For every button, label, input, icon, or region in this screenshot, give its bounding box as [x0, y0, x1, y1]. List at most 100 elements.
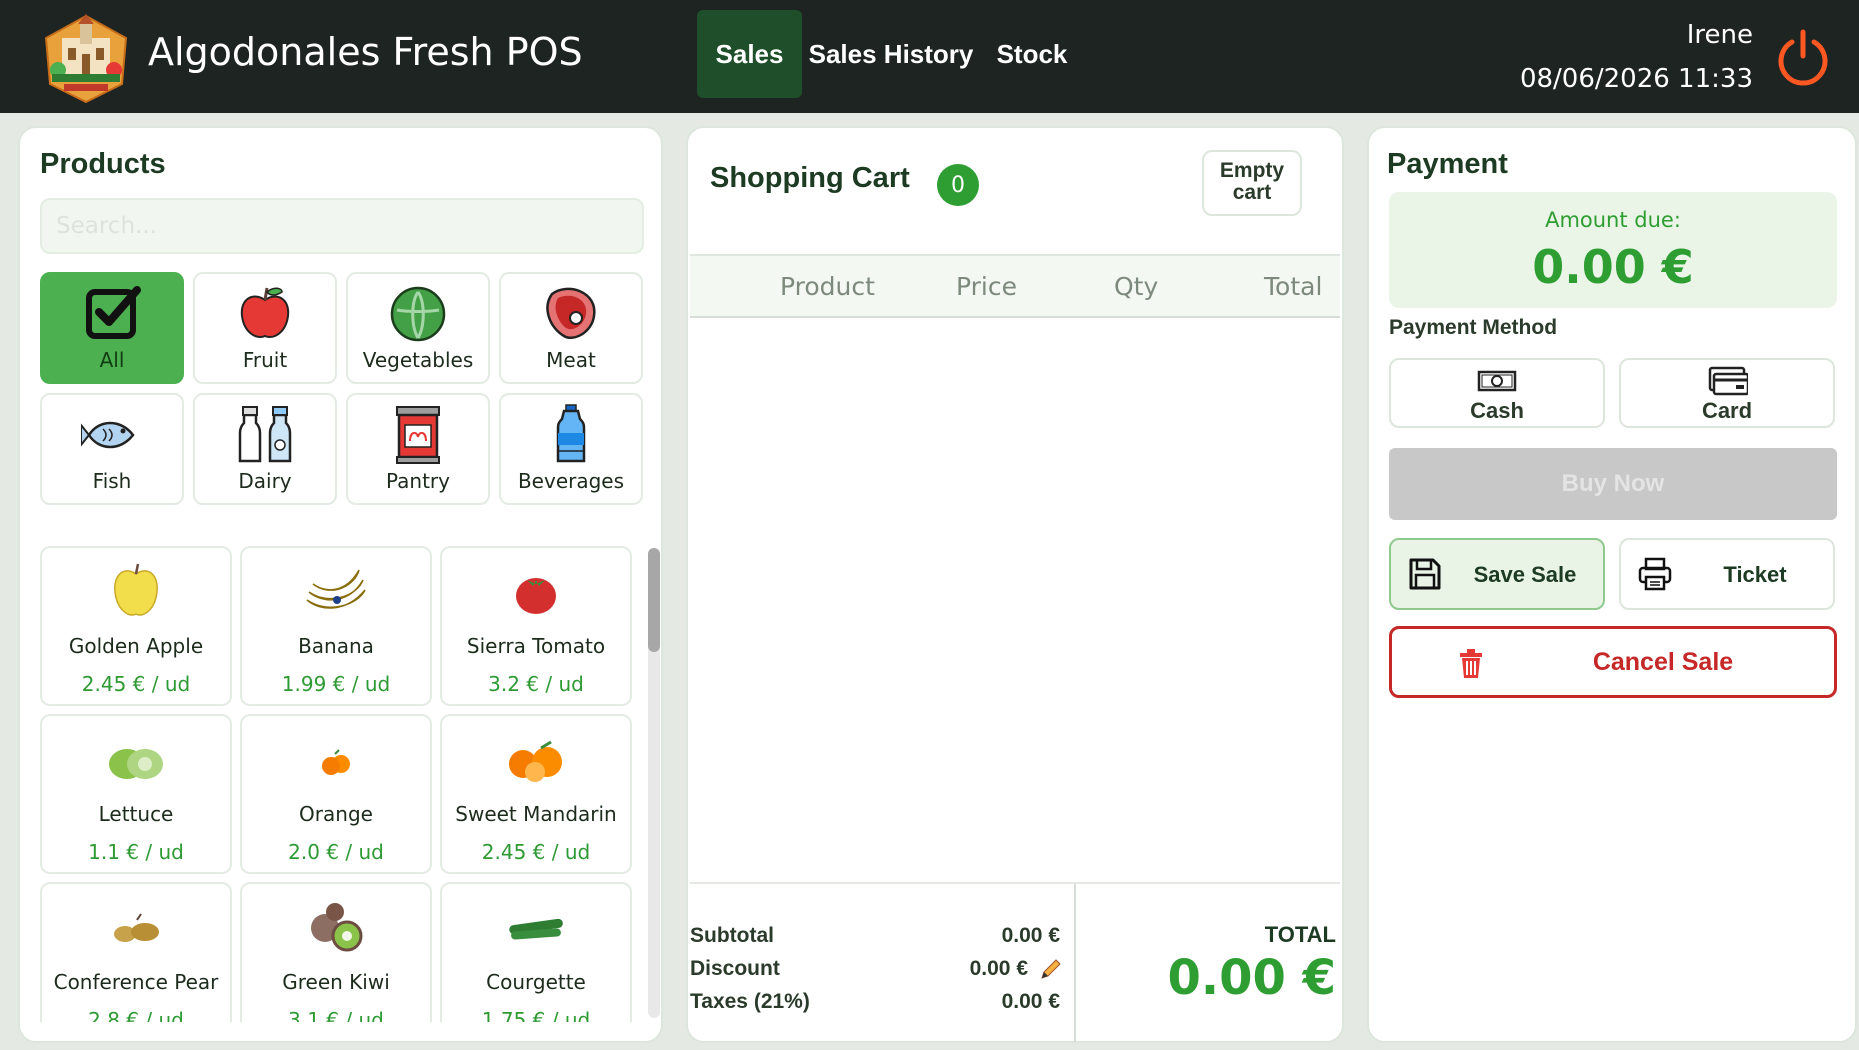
total-label: TOTAL — [1264, 922, 1336, 947]
products-title: Products — [40, 148, 166, 180]
products-panel: Products All Fruit Vegetables — [18, 126, 663, 1043]
cancel-sale-button[interactable]: Cancel Sale — [1389, 626, 1837, 698]
product-name: Golden Apple — [68, 634, 204, 658]
product-price: 1.1 € / ud — [88, 840, 184, 864]
category-label: Fish — [92, 469, 132, 493]
product-card-banana[interactable]: Banana 1.99 € / ud — [240, 546, 432, 706]
cart-table-header: Product Price Qty Total — [690, 254, 1340, 318]
product-card-sweet-mandarin[interactable]: Sweet Mandarin 2.45 € / ud — [440, 714, 632, 874]
cash-button[interactable]: Cash — [1389, 358, 1605, 428]
cash-label: Cash — [1470, 398, 1524, 423]
category-label: Vegetables — [362, 348, 474, 372]
category-label: All — [99, 348, 125, 372]
scrollbar-thumb[interactable] — [648, 548, 660, 652]
cabbage-icon — [390, 286, 446, 342]
apple-icon — [240, 287, 290, 338]
product-name: Conference Pear — [53, 970, 219, 994]
ticket-button[interactable]: Ticket — [1619, 538, 1835, 610]
category-beverages[interactable]: Beverages — [499, 393, 643, 505]
buy-now-button[interactable]: Buy Now — [1389, 448, 1837, 520]
card-label: Card — [1701, 398, 1753, 423]
product-price: 2.8 € / ud — [88, 1008, 184, 1022]
nav-stock-tab[interactable]: Stock — [994, 10, 1070, 98]
tomato-image — [516, 578, 556, 614]
category-pantry[interactable]: Pantry — [346, 393, 490, 505]
product-name: Banana — [298, 634, 374, 658]
amount-due-value: 0.00 € — [1532, 240, 1694, 294]
column-header-total: Total — [1264, 272, 1323, 301]
ticket-label: Ticket — [1723, 562, 1787, 587]
payment-method-label: Payment Method — [1389, 316, 1558, 339]
product-name: Lettuce — [98, 802, 174, 826]
product-card-conference-pear[interactable]: Conference Pear 2.8 € / ud — [40, 882, 232, 1022]
category-label: Meat — [546, 348, 596, 372]
product-card-golden-apple[interactable]: Golden Apple 2.45 € / ud — [40, 546, 232, 706]
fish-icon — [81, 421, 135, 449]
category-all[interactable]: All — [40, 272, 184, 384]
nav-sales-tab[interactable]: Sales — [697, 10, 802, 98]
banana-image — [306, 569, 366, 609]
edit-discount-icon[interactable] — [1038, 958, 1062, 982]
empty-cart-button[interactable]: Empty cart — [1202, 150, 1302, 216]
discount-value: 0.00 € — [969, 957, 1028, 980]
app-title: Algodonales Fresh POS — [148, 30, 583, 74]
category-meat[interactable]: Meat — [499, 272, 643, 384]
shopping-cart-panel: Shopping Cart 0 Empty cart Product Price… — [686, 126, 1344, 1043]
cart-title: Shopping Cart — [710, 162, 910, 194]
product-card-sierra-tomato[interactable]: Sierra Tomato 3.2 € / ud — [440, 546, 632, 706]
cash-icon — [1477, 370, 1517, 392]
product-card-orange[interactable]: Orange 2.0 € / ud — [240, 714, 432, 874]
steak-icon — [546, 287, 596, 339]
courgette-image — [509, 918, 563, 940]
mandarin-image — [509, 740, 562, 782]
product-card-lettuce[interactable]: Lettuce 1.1 € / ud — [40, 714, 232, 874]
power-icon[interactable] — [1774, 28, 1832, 86]
cart-count-badge: 0 — [937, 164, 979, 206]
product-name: Green Kiwi — [282, 970, 390, 994]
current-datetime: 08/06/2026 11:33 — [1519, 64, 1753, 94]
column-header-price: Price — [956, 272, 1017, 301]
trash-icon — [1460, 649, 1482, 678]
store-logo-icon — [44, 14, 128, 104]
discount-label: Discount — [690, 957, 780, 980]
category-vegetables[interactable]: Vegetables — [346, 272, 490, 384]
product-price: 3.2 € / ud — [488, 672, 584, 696]
product-price: 1.75 € / ud — [481, 1008, 591, 1022]
product-card-green-kiwi[interactable]: Green Kiwi 3.1 € / ud — [240, 882, 432, 1022]
category-label: Dairy — [238, 469, 292, 493]
category-dairy[interactable]: Dairy — [193, 393, 337, 505]
golden-apple-image — [114, 563, 158, 616]
payment-panel: Payment Amount due: 0.00 € Payment Metho… — [1367, 126, 1857, 1043]
credit-card-icon — [1708, 366, 1748, 396]
card-button[interactable]: Card — [1619, 358, 1835, 428]
product-price: 1.99 € / ud — [281, 672, 391, 696]
product-card-courgette[interactable]: Courgette 1.75 € / ud — [440, 882, 632, 1022]
category-grid: All Fruit Vegetables Meat Fish Dairy Pan… — [40, 272, 644, 505]
nav-sales-history-tab[interactable]: Sales History — [808, 10, 974, 98]
product-price: 2.45 € / ud — [481, 840, 591, 864]
summary-divider — [1074, 884, 1076, 1042]
product-list: Golden Apple 2.45 € / ud Banana 1.99 € /… — [40, 546, 636, 1022]
category-fish[interactable]: Fish — [40, 393, 184, 505]
cancel-sale-label: Cancel Sale — [1592, 648, 1734, 676]
product-list-scrollbar[interactable] — [648, 548, 660, 1018]
printer-icon — [1638, 557, 1672, 591]
save-sale-label: Save Sale — [1473, 562, 1577, 587]
amount-due-box: Amount due: 0.00 € — [1389, 192, 1837, 308]
save-icon — [1409, 558, 1441, 590]
current-user-name: Irene — [1686, 20, 1753, 50]
pear-image — [114, 913, 159, 942]
column-header-qty: Qty — [1114, 272, 1159, 301]
product-price: 3.1 € / ud — [288, 1008, 384, 1022]
taxes-value: 0.00 € — [1001, 990, 1060, 1013]
category-label: Fruit — [242, 348, 288, 372]
product-name: Sweet Mandarin — [455, 802, 617, 826]
category-fruit[interactable]: Fruit — [193, 272, 337, 384]
taxes-label: Taxes (21%) — [690, 990, 810, 1013]
save-sale-button[interactable]: Save Sale — [1389, 538, 1605, 610]
product-search-input[interactable] — [40, 198, 644, 254]
column-header-product: Product — [780, 272, 875, 301]
product-name: Courgette — [486, 970, 586, 994]
top-bar: Algodonales Fresh POS Sales Sales Histor… — [0, 0, 1859, 113]
category-label: Pantry — [386, 469, 450, 493]
